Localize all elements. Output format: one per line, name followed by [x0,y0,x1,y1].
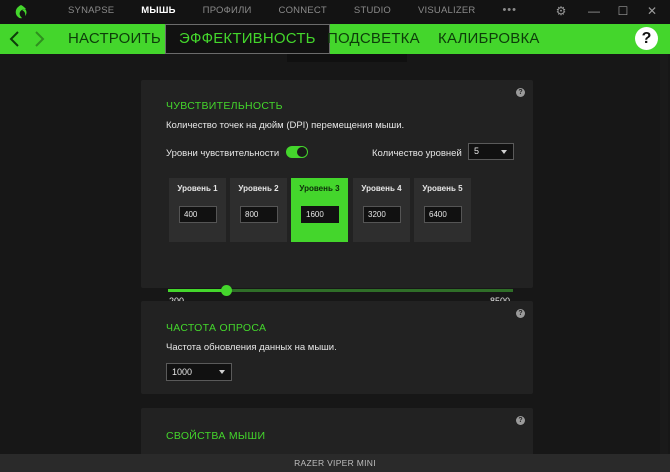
device-status-bar: RAZER VIPER MINI [0,454,670,472]
topnav-connect[interactable]: CONNECT [279,0,327,24]
dpi-slider-fill [168,289,227,292]
sensitivity-title: ЧУВСТВИТЕЛЬНОСТЬ [166,100,283,112]
razer-logo-icon[interactable] [13,4,29,20]
dpi-level-3[interactable]: Уровень 3 1600 [291,178,348,242]
polling-rate-card: ? ЧАСТОТА ОПРОСА Частота обновления данн… [141,301,533,394]
mouse-properties-title: СВОЙСТВА МЫШИ [166,430,266,442]
tab-calibration[interactable]: КАЛИБРОВКА [438,24,540,54]
polling-rate-value: 1000 [172,367,193,377]
scrollbar[interactable] [660,54,668,454]
help-icon[interactable]: ? [635,27,658,50]
dpi-level-input[interactable]: 400 [179,206,217,223]
more-icon[interactable]: ••• [502,0,517,24]
tab-customize[interactable]: НАСТРОИТЬ [68,24,161,54]
chevron-down-icon [219,370,225,374]
close-icon[interactable]: ✕ [637,0,667,24]
dpi-slider-handle[interactable] [221,285,233,296]
sensitivity-card: ? ЧУВСТВИТЕЛЬНОСТЬ Количество точек на д… [141,80,533,306]
topnav-studio[interactable]: STUDIO [354,0,391,24]
dpi-level-input[interactable]: 3200 [363,206,401,223]
sensitivity-description: Количество точек на дюйм (DPI) перемещен… [166,120,405,131]
sensitivity-levels-label: Уровни чувствительности [166,148,280,159]
dpi-level-label: Уровень 4 [361,184,402,193]
dpi-level-input[interactable]: 1600 [301,206,339,223]
tab-performance[interactable]: ЭФФЕКТИВНОСТЬ [165,24,330,54]
settings-gear-icon[interactable]: ⚙ [546,0,576,24]
tab-underline-strip [287,54,407,62]
tab-lighting[interactable]: ПОДСВЕТКА [327,24,420,54]
dpi-level-input[interactable]: 6400 [424,206,462,223]
dpi-level-label: Уровень 3 [299,184,340,193]
topnav-mouse[interactable]: МЫШЬ [141,0,175,24]
maximize-icon[interactable]: ☐ [608,0,638,24]
levels-count-value: 5 [474,146,480,156]
sub-nav-bar: НАСТРОИТЬ ЭФФЕКТИВНОСТЬ ПОДСВЕТКА КАЛИБР… [0,24,670,54]
polling-rate-select[interactable]: 1000 [166,363,232,381]
properties-help-icon[interactable]: ? [516,416,525,425]
dpi-slider[interactable] [168,285,513,296]
polling-rate-title: ЧАСТОТА ОПРОСА [166,322,267,334]
topnav-visualizer[interactable]: VISUALIZER [418,0,475,24]
levels-count-label: Количество уровней [372,148,462,159]
dpi-level-label: Уровень 2 [238,184,279,193]
sensitivity-levels-toggle[interactable] [286,146,308,158]
top-bar: SYNAPSE МЫШЬ ПРОФИЛИ CONNECT STUDIO VISU… [0,0,670,24]
minimize-icon[interactable]: — [579,0,609,24]
dpi-level-4[interactable]: Уровень 4 3200 [353,178,410,242]
dpi-level-1[interactable]: Уровень 1 400 [169,178,226,242]
levels-count-select[interactable]: 5 [468,143,514,160]
main-content: ? ЧУВСТВИТЕЛЬНОСТЬ Количество точек на д… [0,54,670,454]
topnav-profiles[interactable]: ПРОФИЛИ [203,0,252,24]
forward-arrow-icon[interactable] [30,28,48,50]
top-nav: SYNAPSE МЫШЬ ПРОФИЛИ CONNECT STUDIO VISU… [68,0,517,24]
mouse-properties-card: ? СВОЙСТВА МЫШИ [141,408,533,454]
dpi-level-label: Уровень 5 [422,184,463,193]
topnav-synapse[interactable]: SYNAPSE [68,0,114,24]
dpi-level-label: Уровень 1 [177,184,218,193]
dpi-level-2[interactable]: Уровень 2 800 [230,178,287,242]
dpi-level-5[interactable]: Уровень 5 6400 [414,178,471,242]
polling-rate-description: Частота обновления данных на мыши. [166,342,337,353]
back-arrow-icon[interactable] [6,28,24,50]
dpi-level-input[interactable]: 800 [240,206,278,223]
chevron-down-icon [501,149,507,154]
toggle-knob [297,147,307,157]
sensitivity-help-icon[interactable]: ? [516,88,525,97]
polling-help-icon[interactable]: ? [516,309,525,318]
